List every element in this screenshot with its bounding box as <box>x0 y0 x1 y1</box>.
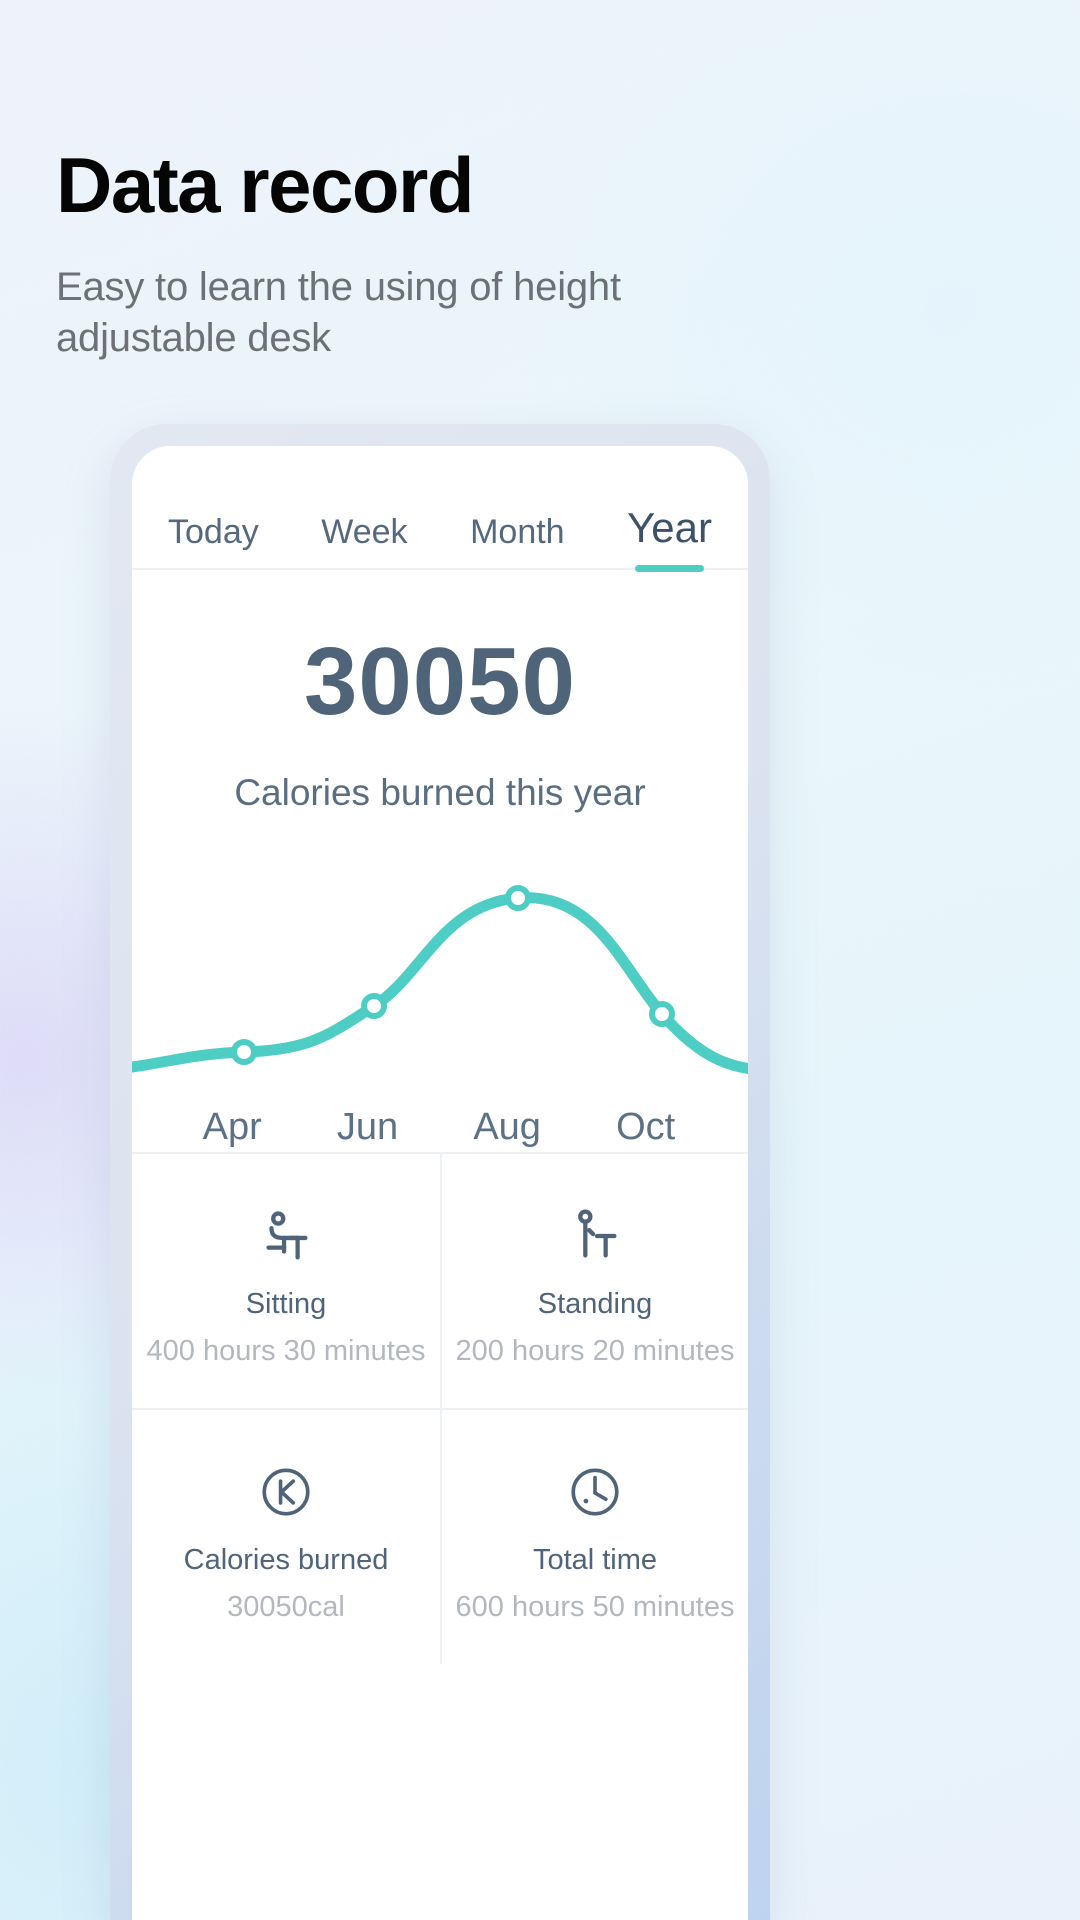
tab-year[interactable]: Year <box>627 504 712 572</box>
stats-grid: Sitting 400 hours 30 minutes Standing 20… <box>132 1152 748 1664</box>
summary-block: 30050 Calories burned this year <box>132 570 748 814</box>
person-sitting-at-desk-icon <box>142 1200 430 1272</box>
stats-row: Sitting 400 hours 30 minutes Standing 20… <box>132 1154 748 1408</box>
stat-card-standing[interactable]: Standing 200 hours 20 minutes <box>440 1154 748 1408</box>
calories-line-chart: Feb Apr Jun Aug Oct Dec <box>132 848 748 1154</box>
clock-icon <box>452 1456 738 1528</box>
phone-screen: Today Week Month Year 30050 Calories bur… <box>132 446 748 1920</box>
period-tab-bar: Today Week Month Year <box>132 446 748 572</box>
stat-value: 400 hours 30 minutes <box>146 1335 426 1367</box>
tab-month[interactable]: Month <box>470 513 565 568</box>
chart-x-axis: Feb Apr Jun Aug Oct Dec <box>132 1106 748 1149</box>
tab-today[interactable]: Today <box>168 513 259 568</box>
page-subtitle: Easy to learn the using of height adjust… <box>56 265 621 361</box>
stat-value: 600 hours 50 minutes <box>455 1591 735 1623</box>
stat-label: Sitting <box>245 1288 327 1320</box>
stat-label: Calories burned <box>183 1544 389 1576</box>
calorie-k-circle-icon <box>142 1456 430 1528</box>
stat-card-total-time[interactable]: Total time 600 hours 50 minutes <box>440 1410 748 1664</box>
stat-card-calories-burned[interactable]: Calories burned 30050cal <box>132 1410 440 1664</box>
chart-point-apr <box>231 1039 257 1065</box>
stats-row: Calories burned 30050cal Total time 600 … <box>132 1408 748 1664</box>
chart-line <box>132 892 748 1074</box>
stat-label: Standing <box>537 1288 653 1320</box>
stat-label: Total time <box>532 1544 658 1576</box>
stat-value: 30050cal <box>227 1591 345 1623</box>
page-title: Data record <box>56 141 475 229</box>
tab-week[interactable]: Week <box>321 513 407 568</box>
x-tick-oct: Oct <box>616 1106 676 1148</box>
calories-total-label: Calories burned this year <box>234 772 646 813</box>
phone-mockup: Today Week Month Year 30050 Calories bur… <box>110 424 770 1920</box>
chart-point-jun <box>361 993 387 1019</box>
calories-total-value: 30050 <box>304 628 576 735</box>
x-tick-apr: Apr <box>202 1106 262 1148</box>
stat-card-sitting[interactable]: Sitting 400 hours 30 minutes <box>132 1154 440 1408</box>
x-tick-jun: Jun <box>336 1106 399 1148</box>
chart-plot-area <box>132 885 748 1074</box>
chart-point-aug <box>505 885 531 911</box>
page-header: Data record Easy to learn the using of h… <box>56 146 816 364</box>
stat-value: 200 hours 20 minutes <box>455 1335 735 1367</box>
x-tick-aug: Aug <box>473 1106 541 1148</box>
chart-point-oct <box>649 1001 675 1027</box>
person-standing-at-desk-icon <box>452 1200 738 1272</box>
